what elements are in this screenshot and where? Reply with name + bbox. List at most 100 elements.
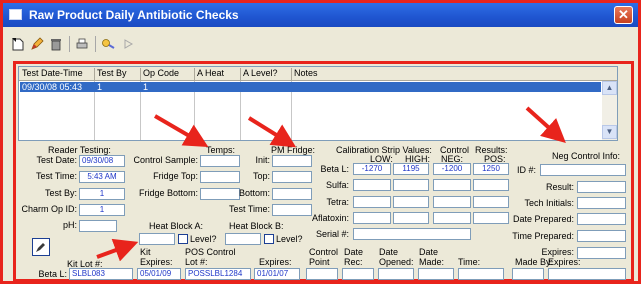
time-prepared-field[interactable] <box>577 230 626 242</box>
beta-low-field[interactable]: -1270 <box>353 163 391 175</box>
pos-lot-field[interactable]: POSSLBL1284 <box>185 268 251 280</box>
sulfa-high-field[interactable] <box>393 179 429 191</box>
test-by-label: Test By: <box>44 188 77 198</box>
control-point-field[interactable] <box>306 268 338 280</box>
control-sample-label: Control Sample: <box>133 155 198 165</box>
column-header[interactable]: A Level? <box>243 68 278 78</box>
tetra-neg-field[interactable] <box>433 196 471 208</box>
delete-icon[interactable] <box>47 35 65 53</box>
test-date-label: Test Date: <box>36 155 77 165</box>
control-point-label-2: Point <box>309 257 330 267</box>
column-divider <box>140 68 141 80</box>
tetra-high-field[interactable] <box>393 196 429 208</box>
neg-expires-field[interactable] <box>577 247 626 259</box>
table-row[interactable]: 09/30/08 05:43 1 1 <box>20 82 601 92</box>
heat-block-b-field[interactable] <box>225 233 261 245</box>
date-rec-field[interactable] <box>342 268 374 280</box>
table-cell: 1 <box>143 82 149 92</box>
neg-expires-label: Expires: <box>541 247 574 257</box>
reader-heading: Reader Testing: <box>48 145 111 155</box>
init-field[interactable] <box>272 155 312 167</box>
date-made-label-1: Date <box>419 247 439 257</box>
charm-op-field[interactable]: 1 <box>79 204 125 216</box>
column-header[interactable]: Test By <box>97 68 127 78</box>
test-time-label: Test Time: <box>35 171 77 181</box>
date-prepared-field[interactable] <box>577 213 626 225</box>
heat-block-a-field[interactable] <box>139 233 175 245</box>
pm-test-time-label: Test Time: <box>228 204 270 214</box>
tetra-pos-field[interactable] <box>473 196 509 208</box>
search-icon[interactable] <box>99 35 117 53</box>
beta-high-field[interactable]: 1195 <box>393 163 429 175</box>
result-field[interactable] <box>577 181 626 193</box>
test-time-field[interactable]: 5:43 AM <box>79 171 125 183</box>
time-field[interactable] <box>458 268 504 280</box>
date-rec-label-1: Date <box>344 247 364 257</box>
beta-neg-field[interactable]: -1200 <box>433 163 471 175</box>
toolbar-separator <box>95 36 96 52</box>
ph-label: pH: <box>62 220 77 230</box>
id-field[interactable] <box>540 164 626 176</box>
tetra-low-field[interactable] <box>353 196 391 208</box>
column-header[interactable]: Test Date-Time <box>22 68 83 78</box>
aflatoxin-pos-field[interactable] <box>473 212 509 224</box>
table-cell: 09/30/08 05:43 <box>22 82 83 92</box>
date-opened-field[interactable] <box>378 268 414 280</box>
aflatoxin-high-field[interactable] <box>393 212 429 224</box>
beta-pos-field[interactable]: 1250 <box>473 163 509 175</box>
records-grid[interactable]: Test Date-Time Test By Op Code A Heat A … <box>18 66 618 141</box>
made-by-expires-field[interactable] <box>548 268 626 280</box>
scroll-down-icon[interactable]: ▼ <box>602 125 617 139</box>
level-a-label: Level? <box>190 234 217 244</box>
test-by-field[interactable]: 1 <box>79 188 125 200</box>
toolbar-separator <box>69 36 70 52</box>
pen-icon[interactable] <box>32 238 50 256</box>
new-record-icon[interactable] <box>9 35 27 53</box>
app-window: Raw Product Daily Antibiotic Checks ✕ Te… <box>0 0 641 284</box>
play-icon[interactable] <box>119 35 137 53</box>
print-icon[interactable] <box>73 35 91 53</box>
charm-op-label: Charm Op ID: <box>21 204 77 214</box>
ph-field[interactable] <box>79 220 117 232</box>
aflatoxin-neg-field[interactable] <box>433 212 471 224</box>
top-field[interactable] <box>272 171 312 183</box>
heat-block-a-label: Heat Block A: <box>149 221 204 231</box>
aflatoxin-low-field[interactable] <box>353 212 391 224</box>
grid-header: Test Date-Time Test By Op Code A Heat A … <box>19 67 617 81</box>
result-label: Result: <box>545 182 574 192</box>
pm-test-time-field[interactable] <box>272 204 312 216</box>
column-divider <box>240 68 241 80</box>
edit-icon[interactable] <box>28 35 46 53</box>
vertical-scrollbar[interactable]: ▲ ▼ <box>602 81 617 140</box>
column-header[interactable]: Op Code <box>143 68 179 78</box>
bottom-field[interactable] <box>272 188 312 200</box>
close-button[interactable]: ✕ <box>614 6 633 24</box>
level-b-checkbox[interactable] <box>264 234 274 244</box>
sulfa-pos-field[interactable] <box>473 179 509 191</box>
serial-field[interactable] <box>353 228 471 240</box>
scroll-up-icon[interactable]: ▲ <box>602 81 617 95</box>
toolbar <box>7 33 177 57</box>
kit-expires-label-1: Kit <box>140 247 151 257</box>
column-header[interactable]: A Heat <box>197 68 224 78</box>
level-b-label: Level? <box>276 234 303 244</box>
pos-expires-field[interactable]: 01/01/07 <box>254 268 300 280</box>
date-prepared-label: Date Prepared: <box>512 214 574 224</box>
test-date-field[interactable]: 09/30/08 <box>79 155 125 167</box>
control-point-label-1: Control <box>309 247 339 257</box>
serial-label: Serial #: <box>315 229 349 239</box>
column-header[interactable]: Notes <box>294 68 318 78</box>
top-label: Top: <box>252 171 270 181</box>
title-bar[interactable]: Raw Product Daily Antibiotic Checks ✕ <box>3 3 638 27</box>
kit-expires-field[interactable]: 05/01/09 <box>137 268 181 280</box>
kit-lot-field[interactable]: SLBL083 <box>69 268 133 280</box>
neg-control-heading: Neg Control Info: <box>552 151 621 161</box>
level-a-checkbox[interactable] <box>178 234 188 244</box>
made-by-field[interactable] <box>512 268 544 280</box>
date-made-field[interactable] <box>418 268 454 280</box>
sulfa-neg-field[interactable] <box>433 179 471 191</box>
sulfa-low-field[interactable] <box>353 179 391 191</box>
id-label: ID #: <box>516 165 536 175</box>
time-label: Time: <box>458 257 481 267</box>
tech-initials-field[interactable] <box>577 197 626 209</box>
